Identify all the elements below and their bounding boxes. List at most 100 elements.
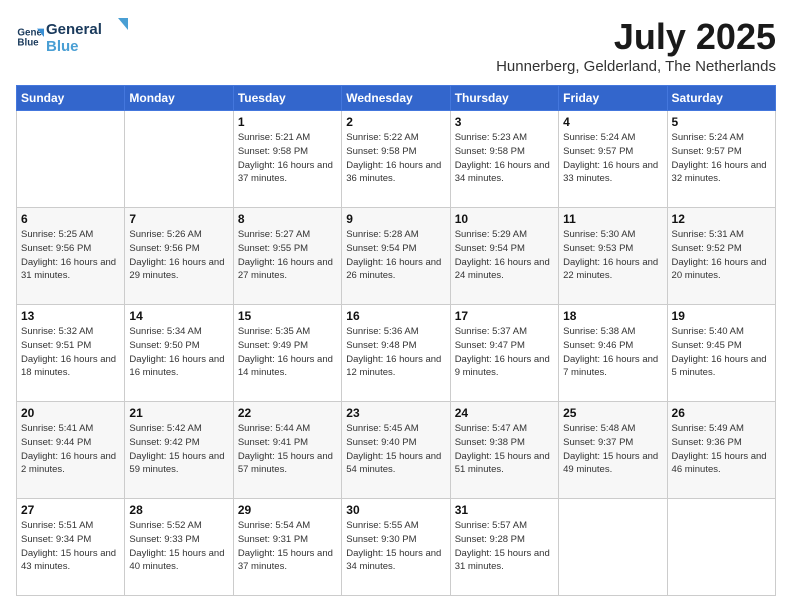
table-row: 7 Sunrise: 5:26 AM Sunset: 9:56 PM Daylig… [125,208,233,305]
day-info: Sunrise: 5:31 AM Sunset: 9:52 PM Dayligh… [672,228,771,283]
day-info: Sunrise: 5:36 AM Sunset: 9:48 PM Dayligh… [346,325,445,380]
day-info: Sunrise: 5:42 AM Sunset: 9:42 PM Dayligh… [129,422,228,477]
day-info: Sunrise: 5:32 AM Sunset: 9:51 PM Dayligh… [21,325,120,380]
day-number: 7 [129,212,228,226]
day-number: 17 [455,309,554,323]
day-number: 25 [563,406,662,420]
day-number: 2 [346,115,445,129]
col-tuesday: Tuesday [233,86,341,111]
day-number: 12 [672,212,771,226]
col-sunday: Sunday [17,86,125,111]
day-info: Sunrise: 5:57 AM Sunset: 9:28 PM Dayligh… [455,519,554,574]
table-row: 11 Sunrise: 5:30 AM Sunset: 9:53 PM Dayli… [559,208,667,305]
page: General Blue General Blue General Blue J… [0,0,792,612]
col-monday: Monday [125,86,233,111]
table-row: 17Sunrise: 5:37 AM Sunset: 9:47 PM Dayli… [450,305,558,402]
title-block: July 2025 Hunnerberg, Gelderland, The Ne… [496,16,776,75]
calendar-header-row: Sunday Monday Tuesday Wednesday Thursday… [17,86,776,111]
day-number: 4 [563,115,662,129]
day-number: 21 [129,406,228,420]
table-row: 15 Sunrise: 5:35 AM Sunset: 9:49 PM Dayli… [233,305,341,402]
day-info: Sunrise: 5:47 AM Sunset: 9:38 PM Dayligh… [455,422,554,477]
day-info: Sunrise: 5:54 AM Sunset: 9:31 PM Dayligh… [238,519,337,574]
day-info: Sunrise: 5:44 AM Sunset: 9:41 PM Dayligh… [238,422,337,477]
day-number: 28 [129,503,228,517]
table-row: 9Sunrise: 5:28 AM Sunset: 9:54 PM Daylig… [342,208,450,305]
table-row: 22Sunrise: 5:44 AM Sunset: 9:41 PM Dayli… [233,402,341,499]
day-info: Sunrise: 5:48 AM Sunset: 9:37 PM Dayligh… [563,422,662,477]
day-info: Sunrise: 5:35 AM Sunset: 9:49 PM Dayligh… [238,325,337,380]
day-info: Sunrise: 5:51 AM Sunset: 9:34 PM Dayligh… [21,519,120,574]
table-row: 23 Sunrise: 5:45 AM Sunset: 9:40 PM Dayli… [342,402,450,499]
table-row: 2 Sunrise: 5:22 AM Sunset: 9:58 PM Daylig… [342,111,450,208]
calendar-week-row: 6Sunrise: 5:25 AM Sunset: 9:56 PM Daylig… [17,208,776,305]
header: General Blue General Blue General Blue J… [16,16,776,75]
day-info: Sunrise: 5:21 AM Sunset: 9:58 PM Dayligh… [238,131,337,186]
day-number: 23 [346,406,445,420]
table-row: 28 Sunrise: 5:52 AM Sunset: 9:33 PM Dayli… [125,499,233,596]
table-row: 25 Sunrise: 5:48 AM Sunset: 9:37 PM Dayli… [559,402,667,499]
table-row: 10Sunrise: 5:29 AM Sunset: 9:54 PM Dayli… [450,208,558,305]
table-row: 5 Sunrise: 5:24 AM Sunset: 9:57 PM Daylig… [667,111,775,208]
table-row: 20 Sunrise: 5:41 AM Sunset: 9:44 PM Dayli… [17,402,125,499]
calendar-week-row: 1Sunrise: 5:21 AM Sunset: 9:58 PM Daylig… [17,111,776,208]
table-row: 21 Sunrise: 5:42 AM Sunset: 9:42 PM Dayli… [125,402,233,499]
day-number: 10 [455,212,554,226]
table-row: 27 Sunrise: 5:51 AM Sunset: 9:34 PM Dayli… [17,499,125,596]
day-number: 11 [563,212,662,226]
col-friday: Friday [559,86,667,111]
day-info: Sunrise: 5:45 AM Sunset: 9:40 PM Dayligh… [346,422,445,477]
day-number: 14 [129,309,228,323]
table-row [17,111,125,208]
table-row: 26Sunrise: 5:49 AM Sunset: 9:36 PM Dayli… [667,402,775,499]
table-row: 13 Sunrise: 5:32 AM Sunset: 9:51 PM Dayli… [17,305,125,402]
day-info: Sunrise: 5:27 AM Sunset: 9:55 PM Dayligh… [238,228,337,283]
col-thursday: Thursday [450,86,558,111]
day-info: Sunrise: 5:26 AM Sunset: 9:56 PM Dayligh… [129,228,228,283]
table-row [667,499,775,596]
day-number: 19 [672,309,771,323]
day-number: 20 [21,406,120,420]
day-number: 9 [346,212,445,226]
day-number: 27 [21,503,120,517]
day-info: Sunrise: 5:34 AM Sunset: 9:50 PM Dayligh… [129,325,228,380]
day-info: Sunrise: 5:55 AM Sunset: 9:30 PM Dayligh… [346,519,445,574]
table-row: 1Sunrise: 5:21 AM Sunset: 9:58 PM Daylig… [233,111,341,208]
svg-text:Blue: Blue [17,37,39,48]
day-info: Sunrise: 5:40 AM Sunset: 9:45 PM Dayligh… [672,325,771,380]
day-number: 13 [21,309,120,323]
day-info: Sunrise: 5:22 AM Sunset: 9:58 PM Dayligh… [346,131,445,186]
day-info: Sunrise: 5:52 AM Sunset: 9:33 PM Dayligh… [129,519,228,574]
day-info: Sunrise: 5:41 AM Sunset: 9:44 PM Dayligh… [21,422,120,477]
logo-svg: General Blue [46,16,136,58]
calendar-week-row: 27 Sunrise: 5:51 AM Sunset: 9:34 PM Dayli… [17,499,776,596]
svg-text:Blue: Blue [46,38,79,55]
table-row: 3Sunrise: 5:23 AM Sunset: 9:58 PM Daylig… [450,111,558,208]
table-row [559,499,667,596]
location-title: Hunnerberg, Gelderland, The Netherlands [496,58,776,75]
day-info: Sunrise: 5:24 AM Sunset: 9:57 PM Dayligh… [672,131,771,186]
day-number: 31 [455,503,554,517]
table-row: 14 Sunrise: 5:34 AM Sunset: 9:50 PM Dayli… [125,305,233,402]
day-info: Sunrise: 5:23 AM Sunset: 9:58 PM Dayligh… [455,131,554,186]
table-row: 6Sunrise: 5:25 AM Sunset: 9:56 PM Daylig… [17,208,125,305]
day-info: Sunrise: 5:38 AM Sunset: 9:46 PM Dayligh… [563,325,662,380]
table-row: 18Sunrise: 5:38 AM Sunset: 9:46 PM Dayli… [559,305,667,402]
day-number: 6 [21,212,120,226]
day-number: 30 [346,503,445,517]
day-info: Sunrise: 5:30 AM Sunset: 9:53 PM Dayligh… [563,228,662,283]
day-number: 5 [672,115,771,129]
day-info: Sunrise: 5:24 AM Sunset: 9:57 PM Dayligh… [563,131,662,186]
calendar-table: Sunday Monday Tuesday Wednesday Thursday… [16,85,776,596]
table-row: 12 Sunrise: 5:31 AM Sunset: 9:52 PM Dayli… [667,208,775,305]
day-number: 24 [455,406,554,420]
table-row: 8 Sunrise: 5:27 AM Sunset: 9:55 PM Daylig… [233,208,341,305]
day-number: 15 [238,309,337,323]
svg-text:General: General [46,21,102,38]
day-number: 16 [346,309,445,323]
col-saturday: Saturday [667,86,775,111]
table-row: 31 Sunrise: 5:57 AM Sunset: 9:28 PM Dayli… [450,499,558,596]
table-row: 24 Sunrise: 5:47 AM Sunset: 9:38 PM Dayli… [450,402,558,499]
day-number: 8 [238,212,337,226]
table-row [125,111,233,208]
